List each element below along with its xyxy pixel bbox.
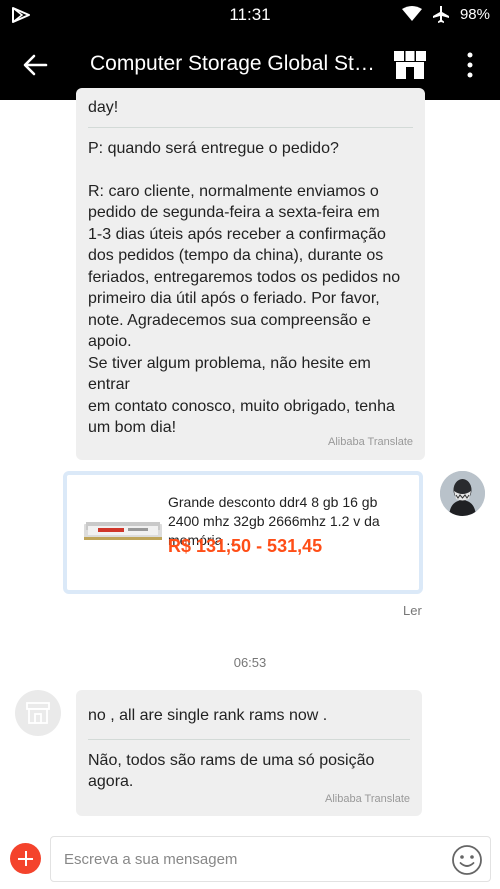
page-title: Computer Storage Global Store...: [90, 52, 375, 75]
translate-label: Alibaba Translate: [328, 436, 413, 448]
message-bubble: no , all are single rank rams now . Não,…: [76, 690, 422, 816]
battery-level: 98%: [459, 5, 490, 23]
divider: [88, 126, 413, 128]
smiley-icon[interactable]: [451, 844, 483, 876]
store-avatar-icon: [26, 702, 50, 724]
message-translated-text: Não, todos são rams de uma só posição ag…: [88, 751, 375, 791]
arrow-left-icon[interactable]: [22, 52, 48, 78]
message-input[interactable]: [50, 836, 491, 882]
read-status: Ler: [403, 603, 422, 618]
plus-circle-icon[interactable]: [10, 843, 41, 874]
translate-label: Alibaba Translate: [325, 793, 410, 805]
message-original-text: day!: [88, 99, 119, 116]
avatar: [440, 471, 485, 516]
product-price: R$ 131,50 - 531,45: [168, 536, 323, 556]
avatar: [15, 690, 61, 736]
more-vertical-icon[interactable]: [460, 52, 480, 78]
airplane-mode-icon: [432, 6, 449, 23]
divider: [88, 738, 410, 740]
message-translated-text: P: quando será entregue o pedido? R: car…: [88, 139, 401, 437]
product-card[interactable]: Grande desconto ddr4 8 gb 16 gb 2400 mhz…: [63, 471, 423, 594]
message-original-text: no , all are single rank rams now .: [88, 707, 328, 724]
storefront-icon[interactable]: [393, 50, 427, 80]
wifi-icon: [401, 6, 422, 21]
user-avatar-icon: [440, 471, 485, 516]
product-thumbnail: [84, 522, 162, 540]
status-bar: 11:31 98%: [0, 0, 500, 30]
timestamp: 06:53: [233, 655, 267, 670]
message-bubble: day! P: quando será entregue o pedido? R…: [76, 88, 425, 460]
